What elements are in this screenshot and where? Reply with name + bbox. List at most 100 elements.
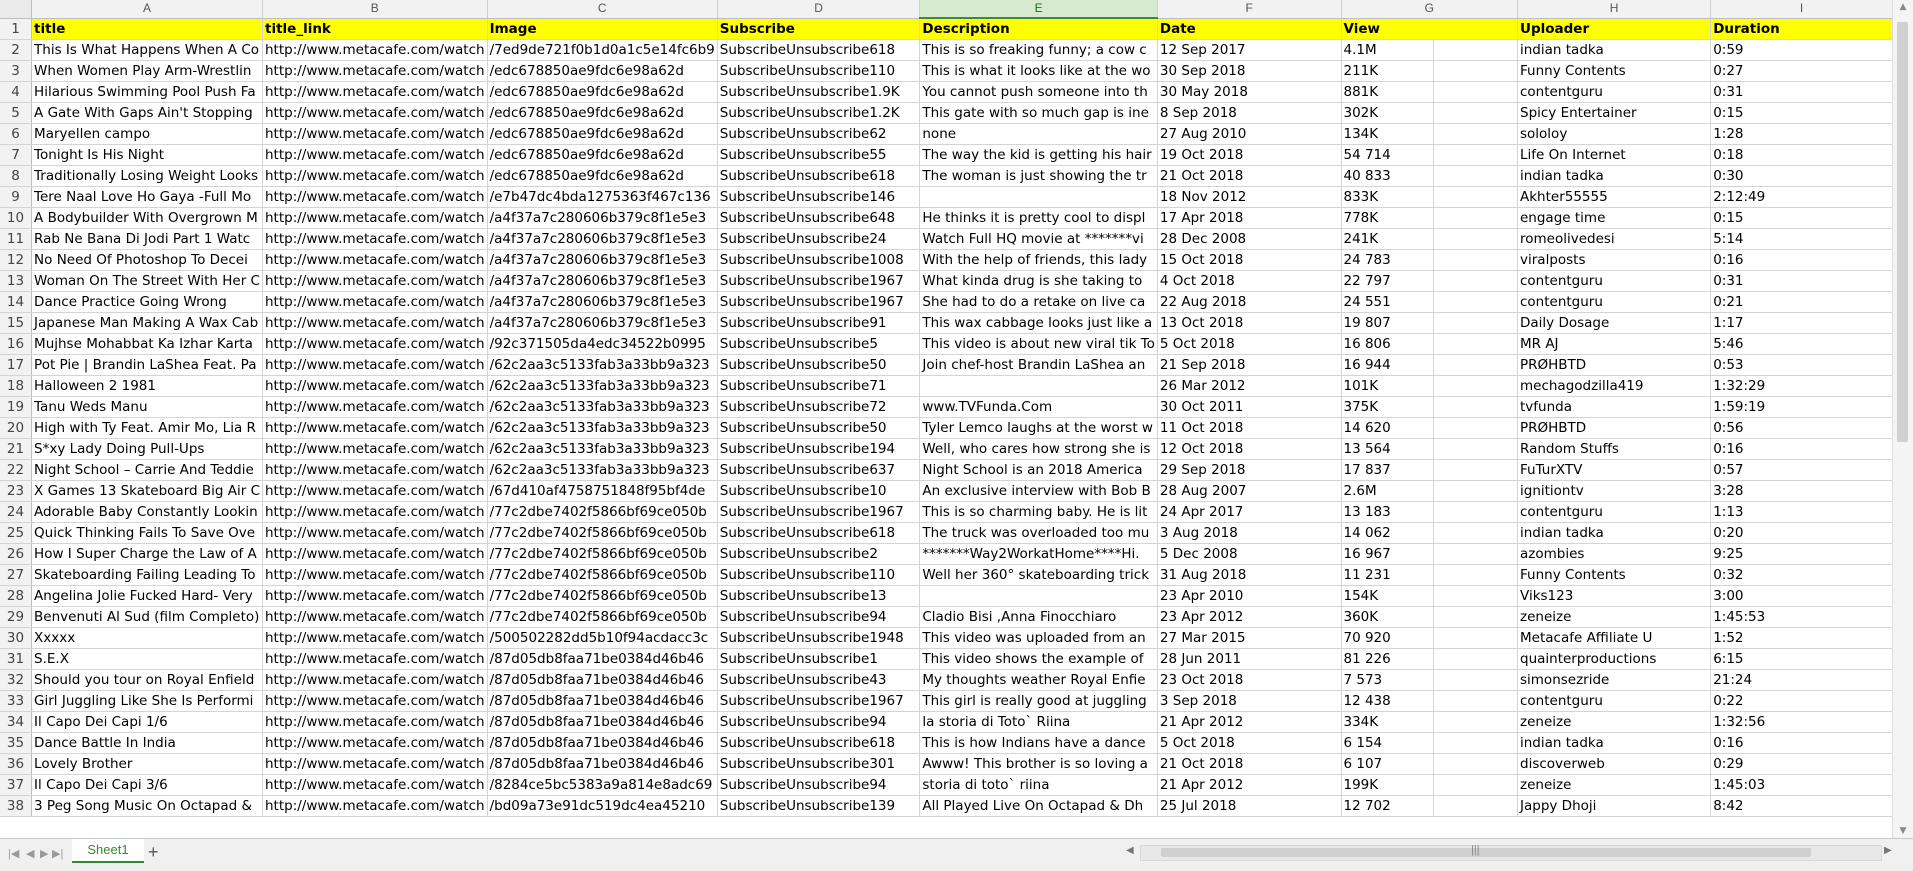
grid-cell[interactable]: 3 Aug 2018 [1157, 522, 1342, 544]
grid-cell[interactable]: SubscribeUnsubscribe50 [717, 417, 921, 439]
row-number[interactable]: 14 [0, 291, 33, 313]
grid-cell[interactable]: http://www.metacafe.com/watch [262, 186, 488, 208]
grid-cell[interactable]: 0:53 [1710, 354, 1893, 376]
grid-cell[interactable]: 101K [1341, 375, 1435, 397]
grid-cell[interactable]: http://www.metacafe.com/watch [262, 81, 488, 103]
grid-cell[interactable]: 3 Peg Song Music On Octapad & [31, 795, 263, 817]
grid-cell[interactable]: SubscribeUnsubscribe94 [717, 711, 921, 733]
grid-cell[interactable]: 12 Sep 2017 [1157, 39, 1342, 61]
grid-cell[interactable]: All Played Live On Octapad & Dh [919, 795, 1158, 817]
grid-cell[interactable]: Awww! This brother is so loving a [919, 753, 1158, 775]
grid-cell[interactable]: /edc678850ae9fdc6e98a62d [487, 102, 718, 124]
row-number[interactable]: 13 [0, 270, 33, 292]
grid-cell[interactable]: http://www.metacafe.com/watch [262, 627, 488, 649]
row-number[interactable]: 21 [0, 438, 33, 460]
grid-cell[interactable]: SubscribeUnsubscribe24 [717, 228, 921, 250]
row-number[interactable]: 35 [0, 732, 33, 754]
grid-cell[interactable]: 9:25 [1710, 543, 1893, 565]
grid-cell[interactable]: 1:28 [1710, 123, 1893, 145]
grid-cell[interactable]: SubscribeUnsubscribe1 [717, 648, 921, 670]
grid-cell[interactable]: SubscribeUnsubscribe618 [717, 165, 921, 187]
grid-cell[interactable] [1433, 459, 1518, 481]
grid-cell[interactable]: Pot Pie | Brandin LaShea Feat. Pa [31, 354, 263, 376]
row-number[interactable]: 19 [0, 396, 33, 418]
grid-cell[interactable]: 23 Oct 2018 [1157, 669, 1342, 691]
grid-cell[interactable]: http://www.metacafe.com/watch [262, 312, 488, 334]
grid-cell[interactable]: /87d05db8faa71be0384d46b46 [487, 732, 718, 754]
column-header-c[interactable]: C [487, 0, 718, 19]
grid-cell[interactable]: mechagodzilla419 [1517, 375, 1712, 397]
grid-cell[interactable]: 27 Mar 2015 [1157, 627, 1342, 649]
grid-cell[interactable]: 21:24 [1710, 669, 1893, 691]
grid-cell[interactable]: 21 Apr 2012 [1157, 711, 1342, 733]
grid-cell[interactable]: http://www.metacafe.com/watch [262, 711, 488, 733]
grid-cell[interactable]: FuTurXTV [1517, 459, 1712, 481]
grid-cell[interactable]: This is so charming baby. He is lit [919, 501, 1158, 523]
grid-cell[interactable]: Mujhse Mohabbat Ka Izhar Karta [31, 333, 263, 355]
grid-cell[interactable]: 28 Jun 2011 [1157, 648, 1342, 670]
grid-cell[interactable]: 6 154 [1341, 732, 1435, 754]
grid-cell[interactable]: indian tadka [1517, 39, 1712, 61]
grid-cell[interactable]: /a4f37a7c280606b379c8f1e5e3 [487, 270, 718, 292]
grid-cell[interactable]: 7 573 [1341, 669, 1435, 691]
row-number[interactable]: 28 [0, 585, 33, 607]
grid-cell[interactable]: Cladio Bisi ,Anna Finocchiaro [919, 606, 1158, 628]
column-header-f[interactable]: F [1157, 0, 1342, 19]
grid-cell[interactable]: Traditionally Losing Weight Looks [31, 165, 263, 187]
grid-cell[interactable]: azombies [1517, 543, 1712, 565]
grid-cell[interactable]: Quick Thinking Fails To Save Ove [31, 522, 263, 544]
grid-cell[interactable]: /edc678850ae9fdc6e98a62d [487, 60, 718, 82]
last-sheet-icon[interactable]: ▶| [52, 847, 63, 860]
grid-cell[interactable]: 81 226 [1341, 648, 1435, 670]
grid-cell[interactable]: Lovely Brother [31, 753, 263, 775]
grid-cell[interactable]: 6:15 [1710, 648, 1893, 670]
grid-cell[interactable]: This is how Indians have a dance [919, 732, 1158, 754]
grid-cell[interactable]: Jappy Dhoji [1517, 795, 1712, 817]
grid-cell[interactable] [1433, 774, 1518, 796]
row-number[interactable]: 15 [0, 312, 33, 334]
header-cell-view[interactable]: View [1341, 18, 1518, 40]
grid-cell[interactable]: Join chef-host Brandin LaShea an [919, 354, 1158, 376]
grid-cell[interactable]: http://www.metacafe.com/watch [262, 291, 488, 313]
grid-cell[interactable]: 0:30 [1710, 165, 1893, 187]
grid-cell[interactable]: SubscribeUnsubscribe94 [717, 774, 921, 796]
grid-cell[interactable]: My thoughts weather Royal Enfie [919, 669, 1158, 691]
grid-cell[interactable]: SubscribeUnsubscribe1967 [717, 501, 921, 523]
grid-cell[interactable]: /87d05db8faa71be0384d46b46 [487, 690, 718, 712]
grid-cell[interactable]: ignitiontv [1517, 480, 1712, 502]
grid-cell[interactable]: SubscribeUnsubscribe91 [717, 312, 921, 334]
grid-cell[interactable]: http://www.metacafe.com/watch [262, 228, 488, 250]
row-number[interactable]: 11 [0, 228, 33, 250]
grid-cell[interactable]: 13 564 [1341, 438, 1435, 460]
header-cell-title[interactable]: title [31, 18, 263, 40]
grid-cell[interactable]: http://www.metacafe.com/watch [262, 333, 488, 355]
grid-cell[interactable] [1433, 543, 1518, 565]
grid-cell[interactable]: This is so freaking funny; a cow c [919, 39, 1158, 61]
grid-cell[interactable]: Il Capo Dei Capi 3/6 [31, 774, 263, 796]
grid-cell[interactable]: 0:29 [1710, 753, 1893, 775]
grid-cell[interactable]: SubscribeUnsubscribe62 [717, 123, 921, 145]
grid-cell[interactable]: 5 Dec 2008 [1157, 543, 1342, 565]
grid-cell[interactable]: http://www.metacafe.com/watch [262, 522, 488, 544]
grid-cell[interactable]: Xxxxx [31, 627, 263, 649]
grid-cell[interactable]: SubscribeUnsubscribe1.2K [717, 102, 921, 124]
vertical-scrollbar[interactable]: ▲ ▼ [1892, 0, 1913, 838]
grid-cell[interactable]: discoverweb [1517, 753, 1712, 775]
grid-cell[interactable]: 1:52 [1710, 627, 1893, 649]
grid-cell[interactable]: 26 Mar 2012 [1157, 375, 1342, 397]
grid-cell[interactable]: /7ed9de721f0b1d0a1c5e14fc6b9 [487, 39, 718, 61]
grid-cell[interactable]: http://www.metacafe.com/watch [262, 732, 488, 754]
grid-cell[interactable]: /a4f37a7c280606b379c8f1e5e3 [487, 228, 718, 250]
grid-cell[interactable] [1433, 606, 1518, 628]
grid-cell[interactable]: Funny Contents [1517, 564, 1712, 586]
vertical-scroll-thumb[interactable] [1897, 22, 1908, 442]
grid-cell[interactable]: 199K [1341, 774, 1435, 796]
grid-cell[interactable] [1433, 753, 1518, 775]
grid-cell[interactable]: This video shows the example of [919, 648, 1158, 670]
row-number[interactable]: 8 [0, 165, 33, 187]
grid-cell[interactable]: When Women Play Arm-Wrestlin [31, 60, 263, 82]
grid-cell[interactable]: 0:27 [1710, 60, 1893, 82]
grid-cell[interactable]: 0:21 [1710, 291, 1893, 313]
grid-cell[interactable]: 21 Oct 2018 [1157, 165, 1342, 187]
grid-cell[interactable]: 28 Dec 2008 [1157, 228, 1342, 250]
